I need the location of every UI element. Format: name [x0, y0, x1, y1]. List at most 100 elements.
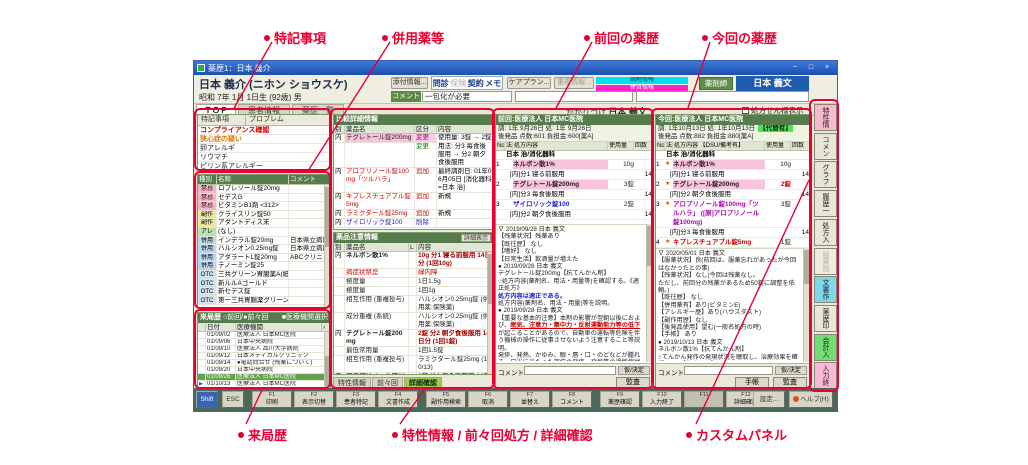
- concomitant-row[interactable]: 禁忌ビタミンB1剤 <312>: [198, 202, 330, 211]
- comparison-row[interactable]: 内テグレトール錠200mg変更使用量: 3錠 → 2錠: [334, 134, 493, 143]
- minimize-button[interactable]: −: [788, 63, 802, 73]
- techo-button[interactable]: 手帳: [735, 377, 769, 388]
- previous-draft-button[interactable]: 仮/決定: [618, 366, 650, 375]
- concomitant-row[interactable]: OTC三共グリーン胃腸薬A(細粒): [198, 271, 330, 280]
- rx-drug-row[interactable]: 2テグレトール錠200mg3錠: [496, 180, 652, 190]
- sidebar-tab-entry-finish[interactable]: 入力終了: [814, 362, 837, 389]
- fkey-f5[interactable]: F5副作用検索: [426, 391, 466, 408]
- visit-row[interactable]: 01/09/02医療法人 日本MC医院: [198, 332, 330, 339]
- drug-caution-scrollbar[interactable]: [487, 252, 493, 374]
- hoken-flag[interactable]: 保険: [450, 78, 466, 89]
- visit-row[interactable]: 01/09/10医療法人 品川大学病院: [198, 346, 330, 353]
- keiyaku-flag[interactable]: 契約: [468, 78, 484, 89]
- special-note-item[interactable]: 卵アレルギ: [198, 144, 330, 153]
- fkey-f3[interactable]: F3患者特記: [336, 391, 376, 408]
- concomitant-row[interactable]: 禁忌ロプレソール錠20mg: [198, 185, 330, 194]
- concomitant-row[interactable]: 併用アダラートL錠20mgABCクリニック: [198, 254, 330, 263]
- visit-row[interactable]: 01/09/12日本メディカルクリニック: [198, 353, 330, 360]
- visit-history-scrollbar[interactable]: [324, 332, 330, 388]
- sidebar-tab-rx-entry[interactable]: 処方入力: [814, 219, 837, 246]
- visit-row[interactable]: ▶01/10/13医療法人 日本MC医院: [198, 381, 330, 388]
- current-comment-input[interactable]: [684, 366, 773, 375]
- previous-notes-scrollbar[interactable]: [646, 224, 652, 362]
- special-note-item[interactable]: コンプライアンス確認: [198, 126, 330, 135]
- sidebar-tab-characteristic-info[interactable]: 特性情報: [814, 104, 837, 131]
- visit-row[interactable]: 01/09/26医療法人 日本MC医院: [198, 374, 330, 381]
- caution-row[interactable]: 内ネルボン散1%10g 分1 寝る前服用 14日分 (1回10g): [334, 252, 493, 269]
- detail-view-button[interactable]: 詳細表示: [461, 234, 491, 242]
- rx-drug-row[interactable]: 1ネルボン散1%10g: [496, 160, 652, 170]
- rx-drug-row[interactable]: 3★アロプリノール錠100mg「ツルハラ」 ([原]アロプリノール錠100mg)…: [656, 200, 809, 228]
- fkey-f4[interactable]: F4文書作成: [378, 391, 418, 408]
- concomitant-row[interactable]: OTC第一三共胃腸薬グリーン錠: [198, 297, 330, 306]
- fkey-f2[interactable]: F2表示切替: [294, 391, 334, 408]
- visit-row[interactable]: 01/09/14●電話問合せ (残薬について): [198, 360, 330, 367]
- comparison-row[interactable]: 変更用法: 分3 毎食後服用 → 分2 朝夕食後服用: [334, 143, 493, 168]
- concomitant-row[interactable]: OTC新ルルAゴールド: [198, 280, 330, 289]
- current-soap-notes[interactable]: ∇ 2020/05/01 日本 義文【服薬状況】良(前回は、服薬忘れがあったが今…: [656, 248, 809, 361]
- close-button[interactable]: ×: [820, 63, 834, 73]
- comparison-row[interactable]: 内ラミクタール錠25mg追加新規: [334, 210, 493, 219]
- previous-soap-notes[interactable]: ∇ 2019/09/28 日本 義文【残薬状況】残薬あり【既往歴】 なし【嗜好】…: [496, 224, 652, 361]
- caution-row[interactable]: 極度量1日1.5g: [334, 278, 493, 287]
- attach-info-button[interactable]: 添付情報...: [391, 77, 428, 89]
- rx-usage-row[interactable]: [内]分3 毎食後服用14: [656, 228, 809, 238]
- sidebar-tab-history-list[interactable]: 履歴一覧: [814, 190, 837, 217]
- current-audit-button[interactable]: 監査: [773, 377, 807, 388]
- special-note-item[interactable]: 狭心症の疑い: [198, 135, 330, 144]
- concomitant-row[interactable]: アレ(なし): [198, 228, 330, 237]
- monshin-flag[interactable]: 問診: [433, 78, 449, 89]
- current-draft-button[interactable]: 仮/決定: [775, 366, 807, 375]
- esc-key[interactable]: ESC: [222, 391, 244, 408]
- fkey-f1[interactable]: F1印刷: [252, 391, 292, 408]
- rx-usage-row[interactable]: [内]分1 寝る前服用14: [496, 170, 652, 180]
- sidebar-tab-graph[interactable]: グラフ: [814, 161, 837, 188]
- sidebar-tab-accounting-entry[interactable]: 会計入力: [814, 334, 837, 361]
- comparison-row[interactable]: 内アロプリノール錠100mg「ツルハラ」追加最終調剤日: 01年06月05日 […: [334, 168, 493, 193]
- visit-row[interactable]: 01/09/06日本中央病院: [198, 339, 330, 346]
- caution-row[interactable]: 最低常用量1回1.5錠: [334, 347, 493, 356]
- fkey-f8[interactable]: F8コメント: [552, 391, 592, 408]
- help-button[interactable]: ヘルプ(H): [789, 391, 833, 408]
- maximize-button[interactable]: □: [804, 63, 818, 73]
- caution-row[interactable]: 相互作用 (重複投与)ハルシオン0.25mg錠 (併用薬:保険薬): [334, 296, 493, 313]
- previous-audit-button[interactable]: 監査: [616, 377, 650, 388]
- duplicate-info-button[interactable]: 重複情報...: [554, 77, 594, 89]
- concomitant-row[interactable]: 併用ハルシオン0.25mg錠日本県立病院: [198, 245, 330, 254]
- org-select-label[interactable]: ■医療機関選択: [282, 313, 328, 323]
- careplan-button[interactable]: ケアプラン...: [507, 77, 551, 89]
- caution-row[interactable]: 内テグレトール錠200mg2錠 分2 朝夕食後服用 14日分 (1回1錠): [334, 330, 493, 347]
- caution-row[interactable]: 成分重複 (系統)ハルシオン0.25mg錠 (併用薬:保険薬): [334, 313, 493, 330]
- concomitant-row[interactable]: 併用インデラル錠20mg日本県立病院: [198, 237, 330, 246]
- problem-title[interactable]: プロブレム: [246, 115, 330, 125]
- fkey-f9[interactable]: F9薬歴確認: [600, 391, 640, 408]
- sidebar-tab-comment[interactable]: コメント: [814, 133, 837, 160]
- visit-row[interactable]: 01/09/20日本中央病院: [198, 367, 330, 374]
- caution-row[interactable]: 相互作用 (重複投与)ラミクタール錠25mg (10/13): [334, 356, 493, 373]
- sidebar-tab-history-print[interactable]: 薬歴印刷: [814, 305, 837, 332]
- special-notes-title[interactable]: 特記事項: [198, 115, 246, 125]
- rx-drug-row[interactable]: 4★キプレスチュアブル錠5mg1錠: [656, 238, 809, 248]
- special-note-item[interactable]: リウマチ: [198, 153, 330, 162]
- comparison-row[interactable]: 内ザイロリック錠100削除: [334, 219, 493, 228]
- memo-field-1[interactable]: [515, 91, 633, 102]
- current-notes-scrollbar[interactable]: [803, 248, 809, 362]
- sidebar-tab-document-create[interactable]: 文書作成: [814, 276, 837, 303]
- concomitant-row[interactable]: 副作アダントディス末: [198, 219, 330, 228]
- previous-comment-input[interactable]: [524, 366, 616, 375]
- caution-row[interactable]: 内アロプリノール錠100mg「ツルハラ」3錠 分3 毎食後服用 14日分 (1回…: [334, 373, 493, 375]
- concomitant-row[interactable]: 併用テノーミン錠25: [198, 262, 330, 271]
- memo-flag[interactable]: メモ: [485, 78, 501, 89]
- rx-drug-row[interactable]: 1★ネルボン散1%10g: [656, 160, 809, 170]
- concomitant-scrollbar[interactable]: [324, 185, 330, 307]
- rx-usage-row[interactable]: [内]分1 寝る前服用14: [656, 170, 809, 180]
- concomitant-row[interactable]: OTC新セデス錠: [198, 288, 330, 297]
- special-note-item[interactable]: ピリン系アレルギー: [198, 162, 330, 171]
- caution-row[interactable]: 病症状禁忌緑内障: [334, 269, 493, 278]
- fkey-f6[interactable]: F6取消: [468, 391, 508, 408]
- caution-row[interactable]: 極度量1回1g: [334, 287, 493, 296]
- rx-drug-row[interactable]: 2★テグレトール錠200mg2錠: [656, 180, 809, 190]
- rx-usage-row[interactable]: [内]分2 朝夕食後服用14: [656, 190, 809, 200]
- comparison-row[interactable]: 内キプレスチュアブル錠5mg追加新規: [334, 193, 493, 210]
- comment-input[interactable]: 一包化が必要: [422, 91, 512, 102]
